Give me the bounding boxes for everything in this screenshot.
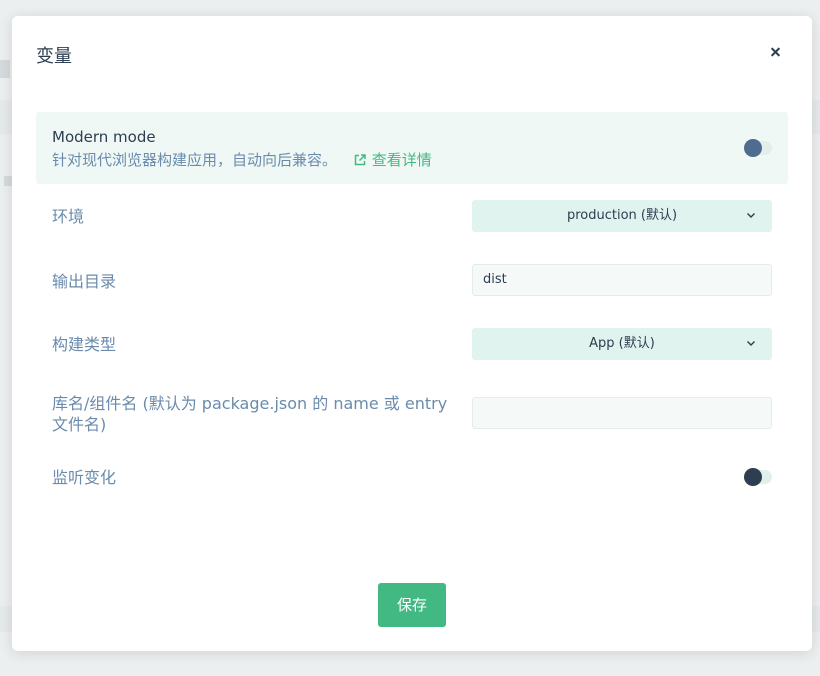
view-details-text: 查看详情 <box>371 151 432 169</box>
chevron-down-icon <box>747 341 755 346</box>
toggle-knob <box>744 139 762 157</box>
external-link-icon <box>354 154 366 166</box>
output-dir-label: 输出目录 <box>52 272 117 291</box>
output-dir-input[interactable]: dist <box>472 264 772 296</box>
modern-mode-row: Modern mode 针对现代浏览器构建应用，自动向后兼容。 查看详情 <box>36 112 788 184</box>
background-app-icon <box>0 60 10 78</box>
view-details-link[interactable]: 查看详情 <box>354 151 432 169</box>
modern-mode-label: Modern mode <box>52 128 156 146</box>
build-type-value: App (默认) <box>589 336 655 351</box>
modern-mode-description: 针对现代浏览器构建应用，自动向后兼容。 查看详情 <box>52 149 432 170</box>
modern-mode-description-text: 针对现代浏览器构建应用，自动向后兼容。 <box>52 151 338 169</box>
environment-value: production (默认) <box>566 208 678 223</box>
build-type-select[interactable]: App (默认) <box>472 328 772 360</box>
modern-mode-toggle[interactable] <box>744 139 772 157</box>
environment-label: 环境 <box>52 207 85 226</box>
save-button[interactable]: 保存 <box>378 583 446 627</box>
lib-name-label: 库名/组件名 (默认为 package.json 的 name 或 entry … <box>52 394 448 434</box>
variables-dialog: 变量 Modern mode 针对现代浏览器构建应用，自动向后兼容。 查看详情 … <box>12 16 812 651</box>
watch-label: 监听变化 <box>52 468 117 487</box>
environment-select[interactable]: production (默认) <box>472 200 772 232</box>
chevron-down-icon <box>747 213 755 218</box>
dialog-title: 变量 <box>36 46 72 67</box>
close-icon[interactable] <box>766 42 786 62</box>
lib-name-input[interactable] <box>472 397 772 429</box>
watch-toggle[interactable] <box>744 468 772 486</box>
build-type-label: 构建类型 <box>52 335 117 354</box>
toggle-knob <box>744 468 762 486</box>
